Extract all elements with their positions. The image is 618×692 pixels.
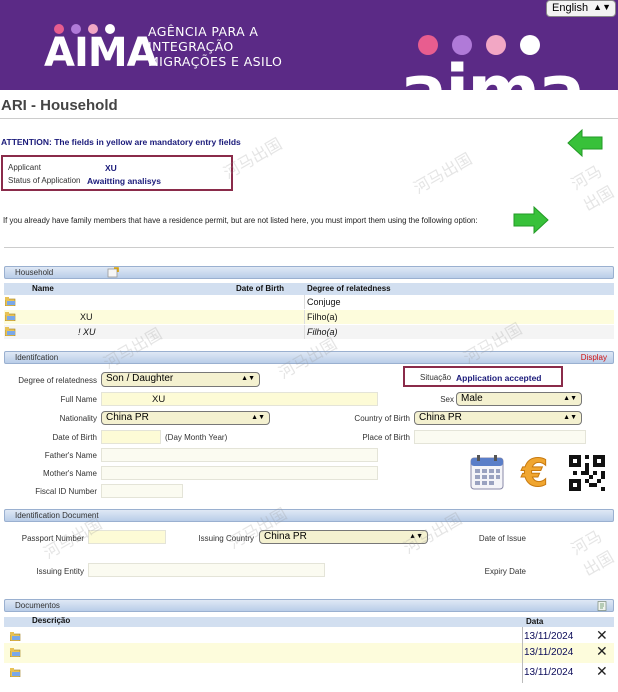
page-title: ARI - Household	[1, 97, 118, 114]
select-arrows-icon: ▲▼	[251, 414, 265, 421]
table-row[interactable]: Conjuge	[4, 295, 614, 309]
folder-icon[interactable]	[10, 668, 21, 677]
import-instructions: If you already have family members that …	[3, 216, 478, 225]
watermark: 河马出国	[567, 161, 618, 215]
document-date: 13/11/2024	[524, 647, 574, 658]
date-of-birth-field[interactable]	[101, 430, 161, 444]
divider	[0, 118, 618, 119]
country-of-birth-select[interactable]: China PR ▲▼	[414, 411, 582, 425]
attention-notice: ATTENTION: The fields in yellow are mand…	[1, 137, 241, 147]
full-name-prefix-field[interactable]	[101, 392, 149, 406]
degree-select[interactable]: Son / Daughter ▲▼	[101, 372, 260, 387]
calendar-icon[interactable]	[470, 454, 504, 490]
passport-number-field[interactable]	[88, 530, 166, 544]
folder-icon[interactable]	[10, 632, 21, 641]
situation-box: Situação Application accepted	[403, 366, 563, 387]
document-date: 13/11/2024	[524, 631, 574, 642]
delete-icon[interactable]: ✕	[596, 663, 608, 680]
back-arrow-icon[interactable]	[566, 128, 604, 158]
applicant-box: Applicant XU Status of Application Await…	[1, 155, 233, 191]
decorative-logo: aima	[400, 56, 585, 90]
issuing-country-select[interactable]: China PR ▲▼	[259, 530, 428, 544]
divider	[4, 247, 614, 248]
select-arrows-icon: ▲▼	[409, 533, 423, 540]
select-arrows-icon: ▲▼	[563, 414, 577, 421]
place-of-birth-field[interactable]	[414, 430, 586, 444]
id-document-section-bar: Identification Document	[4, 509, 614, 522]
delete-icon[interactable]: ✕	[596, 627, 608, 644]
folder-icon[interactable]	[5, 327, 16, 336]
folder-icon[interactable]	[10, 648, 21, 657]
document-row[interactable]: 13/11/2024 ✕	[4, 643, 614, 663]
table-row[interactable]: XU Filho(a)	[4, 310, 614, 324]
agency-name: AGÊNCIA PARA A INTEGRAÇÃO MIGRAÇÕES E AS…	[148, 24, 283, 69]
table-header: Name Date of Birth Degree of relatedness	[4, 283, 614, 295]
folder-icon[interactable]	[5, 312, 16, 321]
situation-value: Application accepted	[456, 373, 542, 383]
select-arrows-icon: ▲▼	[593, 2, 611, 12]
select-arrows-icon: ▲▼	[241, 375, 255, 382]
mother-name-field[interactable]	[101, 466, 378, 480]
full-name-field[interactable]: XU	[148, 392, 378, 406]
document-date: 13/11/2024	[524, 667, 574, 678]
application-status: Awaitting analisys	[87, 176, 162, 186]
aima-logo[interactable]: AIMA	[44, 30, 158, 76]
language-select[interactable]: English ▲▼	[546, 0, 616, 17]
svg-text:€: €	[521, 453, 548, 491]
issuing-entity-field[interactable]	[88, 563, 325, 577]
documentos-section-bar: Documentos	[4, 599, 614, 612]
table-row[interactable]: ! XU Filho(a)	[4, 325, 614, 339]
identification-section-bar: Identifcation Display	[4, 351, 614, 364]
select-arrows-icon: ▲▼	[563, 395, 577, 402]
display-link[interactable]: Display	[581, 353, 607, 362]
applicant-name: XU	[105, 163, 117, 173]
documentos-table-header: Descrição Data	[4, 616, 614, 627]
add-member-icon[interactable]	[107, 267, 119, 278]
qr-code-icon[interactable]	[569, 455, 605, 491]
add-document-icon[interactable]	[597, 601, 607, 611]
fiscal-id-field[interactable]	[101, 484, 183, 498]
folder-icon[interactable]	[5, 297, 16, 306]
document-row[interactable]: 13/11/2024 ✕	[4, 663, 614, 683]
nationality-select[interactable]: China PR ▲▼	[101, 411, 270, 425]
import-arrow-icon[interactable]	[512, 205, 550, 235]
father-name-field[interactable]	[101, 448, 378, 462]
euro-icon[interactable]: €	[516, 453, 554, 491]
delete-icon[interactable]: ✕	[596, 643, 608, 660]
watermark: 河马出国	[410, 149, 476, 198]
site-header: AIMA AGÊNCIA PARA A INTEGRAÇÃO MIGRAÇÕES…	[0, 0, 618, 90]
watermark: 河马出国	[567, 526, 618, 580]
sex-select[interactable]: Male ▲▼	[456, 392, 582, 406]
household-section-bar: Household	[4, 266, 614, 279]
